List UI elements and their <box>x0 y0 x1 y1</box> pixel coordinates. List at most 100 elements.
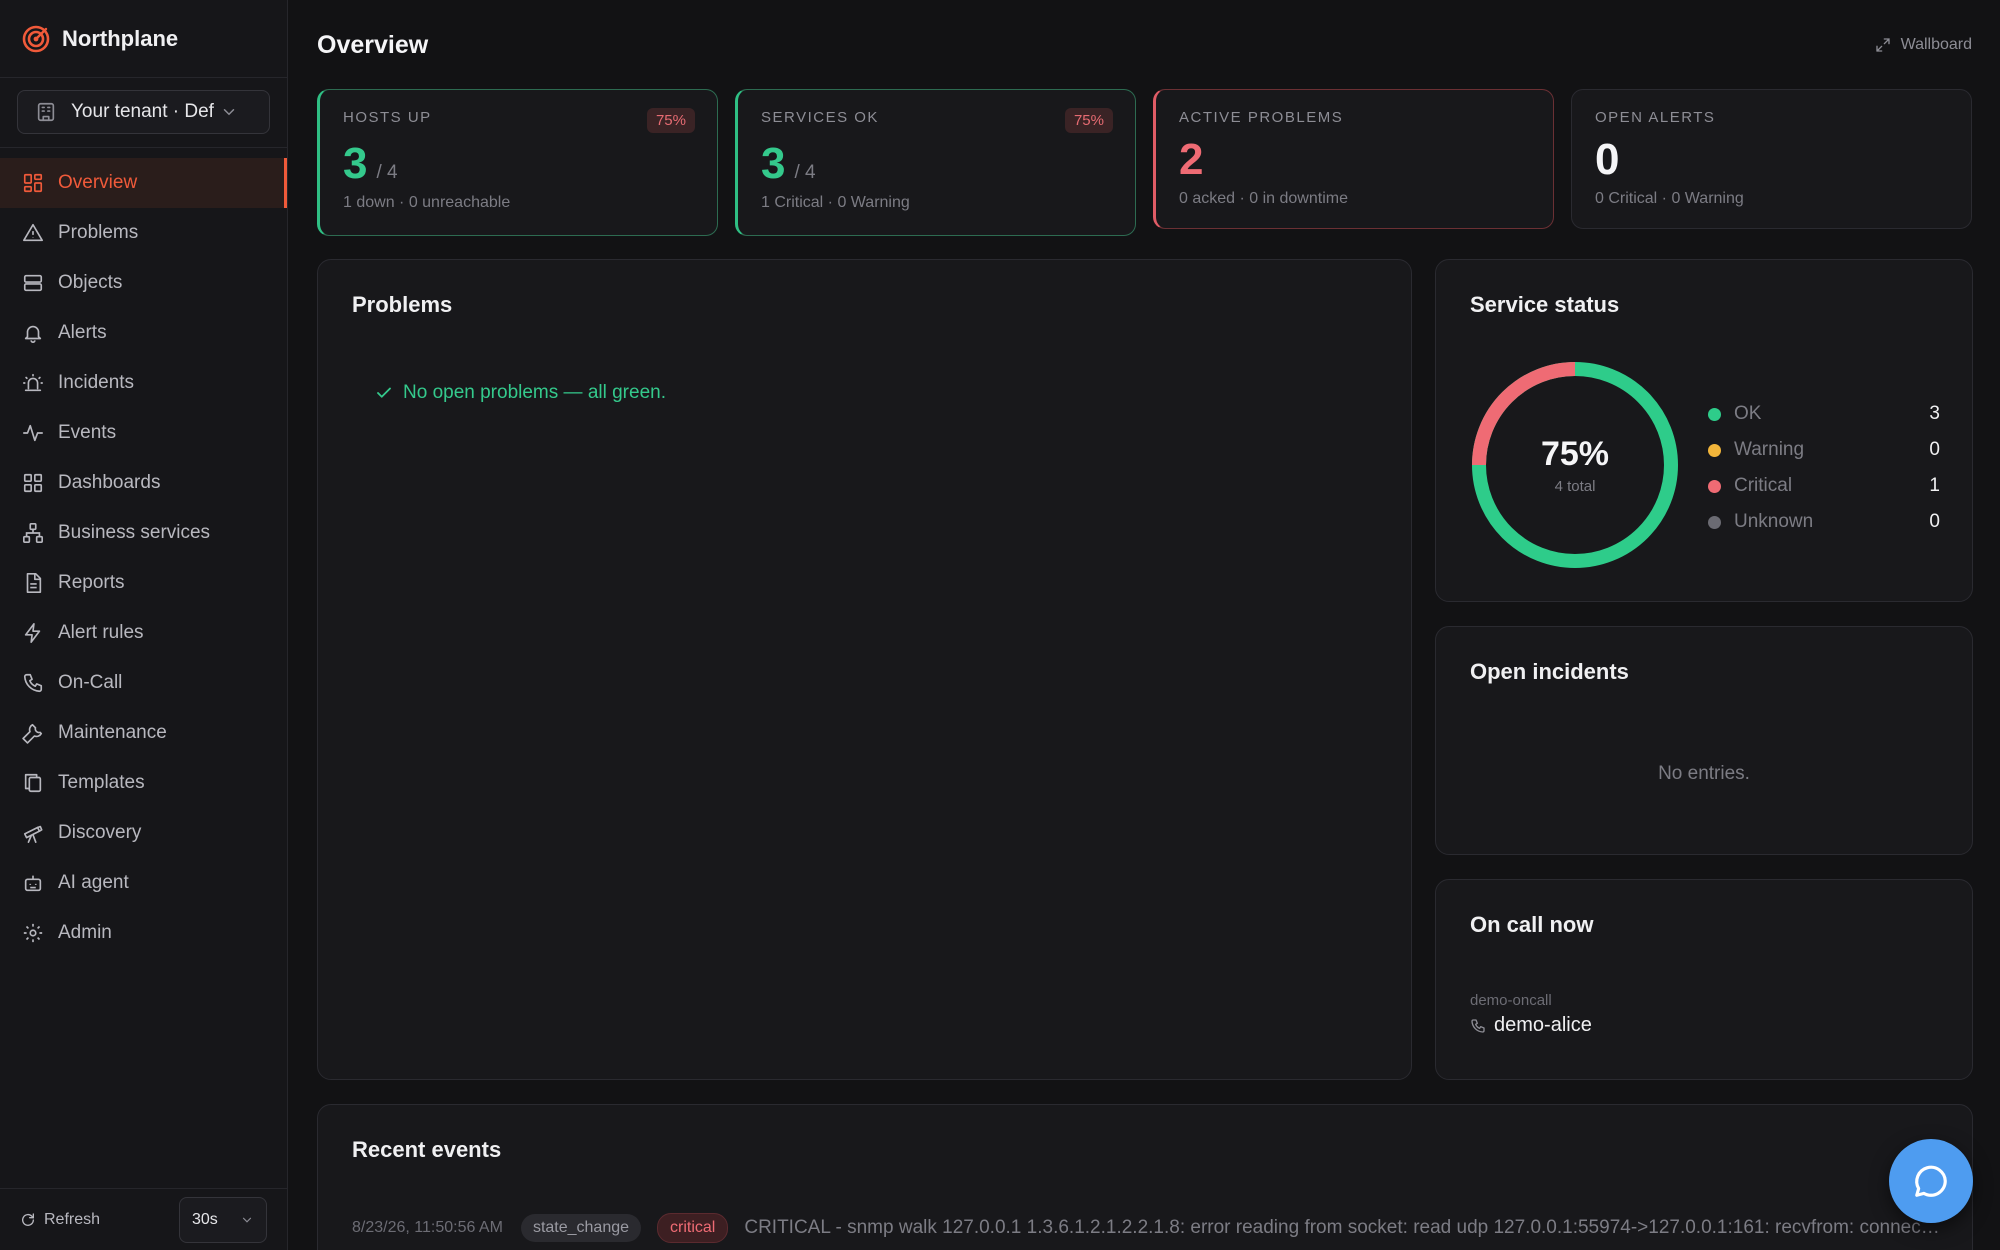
refresh-icon <box>22 1212 34 1226</box>
open-alerts-card[interactable]: OPEN ALERTS 0 0 Critical · 0 Warning <box>1571 89 1972 229</box>
stat-label: OPEN ALERTS <box>1595 109 1716 126</box>
nav-item-templates[interactable]: Templates <box>0 758 287 808</box>
gear-icon <box>23 923 43 943</box>
activity-icon <box>23 424 43 442</box>
legend-row-unknown[interactable]: Unknown 0 <box>1708 504 1940 540</box>
problems-empty-state: No open problems — all green. <box>375 382 666 404</box>
nav-item-on-call[interactable]: On-Call <box>0 658 287 708</box>
stat-total: / 4 <box>376 162 398 183</box>
event-severity-tag: critical <box>657 1213 729 1243</box>
warning-triangle-icon <box>23 223 43 242</box>
wallboard-button[interactable]: Wallboard <box>1875 36 1972 54</box>
target-logo-icon <box>22 25 50 52</box>
ok-dot <box>1708 407 1721 421</box>
brand[interactable]: Northplane <box>0 0 287 78</box>
service-status-card: Service status 75% 4 total OK 3 Warning … <box>1435 259 1973 602</box>
card-title: Service status <box>1470 292 1620 317</box>
nav-item-reports[interactable]: Reports <box>0 558 287 608</box>
warning-dot <box>1708 443 1721 457</box>
legend-name: OK <box>1734 403 1762 424</box>
nav-item-events[interactable]: Events <box>0 408 287 458</box>
recent-events-card: Recent events 8/23/26, 11:50:56 AM state… <box>317 1104 1973 1250</box>
tenant-label: Your tenant · Def <box>71 101 214 122</box>
nav-label: On-Call <box>58 672 123 693</box>
refresh-button[interactable]: Refresh <box>20 1211 179 1229</box>
copy-icon <box>24 773 42 793</box>
nav-label: Discovery <box>58 822 142 843</box>
chevron-down-icon <box>223 109 235 116</box>
nav-item-incidents[interactable]: Incidents <box>0 358 287 408</box>
nav-item-alert-rules[interactable]: Alert rules <box>0 608 287 658</box>
stat-badge: 75% <box>646 108 695 133</box>
card-title: Recent events <box>352 1137 502 1162</box>
server-icon <box>23 274 43 292</box>
stat-value: 3 <box>343 139 368 188</box>
card-title: Open incidents <box>1470 659 1629 684</box>
siren-icon <box>23 373 43 392</box>
nav-item-discovery[interactable]: Discovery <box>0 808 287 858</box>
stat-label: SERVICES OK <box>761 109 879 126</box>
nav-label: Alerts <box>58 322 107 343</box>
nav-item-objects[interactable]: Objects <box>0 258 287 308</box>
legend-name: Warning <box>1734 439 1805 460</box>
legend-count: 0 <box>1929 439 1940 460</box>
chevron-down-icon <box>242 1217 252 1223</box>
active-problems-card[interactable]: ACTIVE PROBLEMS 2 0 acked · 0 in downtim… <box>1153 89 1554 229</box>
nav-item-dashboards[interactable]: Dashboards <box>0 458 287 508</box>
stat-label: HOSTS UP <box>343 109 432 126</box>
event-time: 8/23/26, 11:50:56 AM <box>352 1219 503 1236</box>
event-type-tag: state_change <box>520 1214 642 1242</box>
nav-label: Incidents <box>58 372 135 393</box>
incidents-empty-state: No entries. <box>1658 763 1750 784</box>
nav-item-problems[interactable]: Problems <box>0 208 287 258</box>
nav-item-business-services[interactable]: Business services <box>0 508 287 558</box>
robot-icon <box>24 875 42 892</box>
stat-value: 2 <box>1179 135 1204 184</box>
event-row[interactable]: 8/23/26, 11:50:56 AM state_change critic… <box>352 1213 1942 1243</box>
stat-subtext: 1 Critical · 0 Warning <box>761 194 910 211</box>
card-title: On call now <box>1470 912 1594 937</box>
person-name: demo-alice <box>1494 1014 1592 1036</box>
nav-label: Admin <box>58 922 112 943</box>
legend-row-warning[interactable]: Warning 0 <box>1708 432 1940 468</box>
legend-row-ok[interactable]: OK 3 <box>1708 396 1940 432</box>
unknown-dot <box>1708 515 1721 529</box>
nav-label: Dashboards <box>58 472 161 493</box>
app-name: Northplane <box>62 25 179 51</box>
oncall-person[interactable]: demo-alice <box>1470 1014 1592 1037</box>
tenant-selector[interactable]: Your tenant · Def <box>17 90 270 134</box>
nav-label: Objects <box>58 272 123 293</box>
document-icon <box>26 573 42 593</box>
legend-count: 1 <box>1929 475 1940 496</box>
donut-total: 4 total <box>1554 478 1596 495</box>
legend-count: 0 <box>1929 511 1940 532</box>
stat-total: / 4 <box>794 162 816 183</box>
card-title: Problems <box>352 292 453 317</box>
services-ok-card[interactable]: SERVICES OK 75% 3 / 4 1 Critical · 0 War… <box>735 89 1136 236</box>
nav-item-ai-agent[interactable]: AI agent <box>0 858 287 908</box>
legend-row-critical[interactable]: Critical 1 <box>1708 468 1940 504</box>
nav-item-overview[interactable]: Overview <box>0 158 287 208</box>
sidebar-footer: Refresh 30s <box>0 1188 287 1250</box>
page-title: Overview <box>317 31 429 59</box>
network-icon <box>23 523 43 543</box>
nav-item-admin[interactable]: Admin <box>0 908 287 958</box>
refresh-interval-select[interactable]: 30s <box>179 1196 267 1243</box>
check-icon <box>377 387 391 398</box>
on-call-card: On call now demo-oncall demo-alice <box>1435 879 1973 1080</box>
chat-button[interactable] <box>1889 1139 1973 1223</box>
problems-card: Problems No open problems — all green. <box>317 259 1412 1080</box>
legend-name: Critical <box>1734 475 1793 496</box>
nav-item-maintenance[interactable]: Maintenance <box>0 708 287 758</box>
grid-icon <box>23 473 43 493</box>
wallboard-label: Wallboard <box>1900 36 1972 53</box>
nav-label: Business services <box>58 522 211 543</box>
hosts-up-card[interactable]: HOSTS UP 75% 3 / 4 1 down · 0 unreachabl… <box>317 89 718 236</box>
critical-dot <box>1708 479 1721 493</box>
nav-item-alerts[interactable]: Alerts <box>0 308 287 358</box>
stat-subtext: 0 acked · 0 in downtime <box>1179 190 1348 207</box>
nav-label: Problems <box>58 222 139 243</box>
stat-badge: 75% <box>1064 108 1113 133</box>
lightning-icon <box>24 623 41 643</box>
stat-value: 3 <box>761 139 786 188</box>
